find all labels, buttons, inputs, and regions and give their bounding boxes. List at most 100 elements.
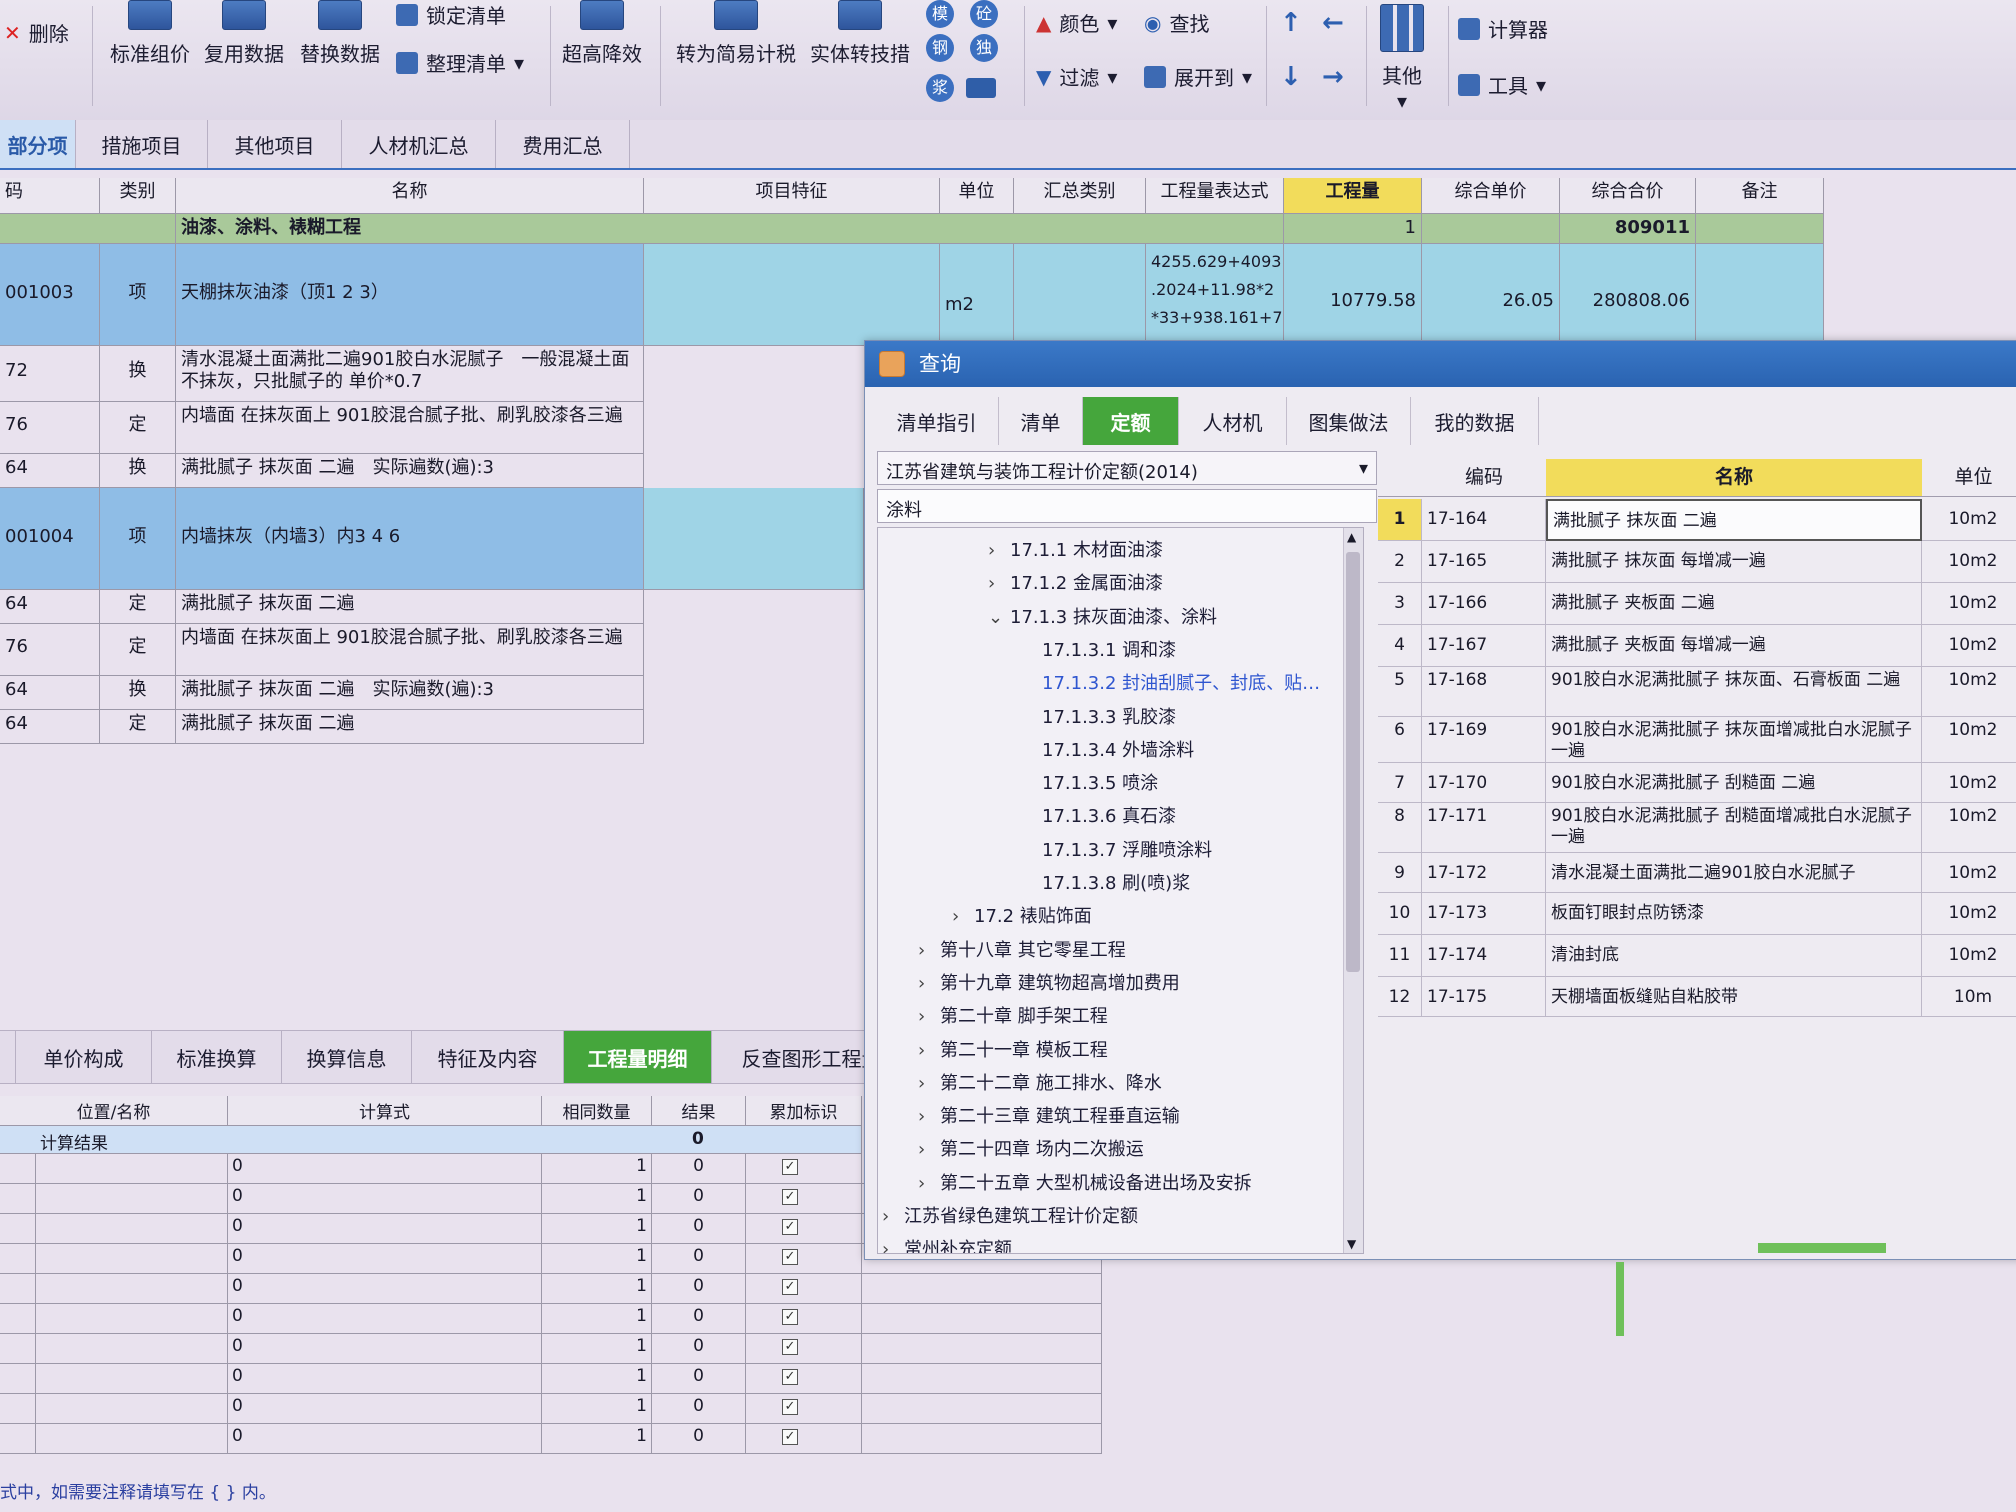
result-row-name[interactable]: 天棚墙面板缝贴自粘胶带 (1546, 977, 1922, 1017)
col-header-same-count[interactable]: 相同数量 (542, 1096, 652, 1126)
tree-node[interactable]: › 常州补充定额 (882, 1235, 1012, 1253)
tree-node[interactable]: › 17.2 裱贴饰面 (952, 902, 1092, 928)
detail-result[interactable]: 0 (652, 1154, 746, 1184)
table-row-name[interactable]: 内墙面 在抹灰面上 901胶混合腻子批、刷乳胶漆各三遍 (176, 402, 644, 454)
standard-pricing-button[interactable]: 标准组价 (110, 0, 190, 67)
detail-formula[interactable]: 0 (228, 1244, 542, 1274)
chevron-right-icon[interactable]: › (918, 1173, 940, 1194)
mini-tool-gang[interactable]: 钢 (926, 34, 954, 62)
col-header-feature[interactable]: 项目特征 (644, 178, 940, 214)
result-row-unit[interactable]: 10m2 (1922, 763, 2016, 803)
chevron-right-icon[interactable]: › (918, 1139, 940, 1160)
tree-node[interactable]: › 17.1.2 金属面油漆 (988, 569, 1163, 595)
tab-list-guide[interactable]: 清单指引 (875, 397, 999, 445)
color-button[interactable]: ▲ 颜色 ▾ (1036, 8, 1117, 37)
detail-position[interactable] (36, 1184, 228, 1214)
result-row-unit[interactable]: 10m2 (1922, 935, 2016, 977)
detail-formula[interactable]: 0 (228, 1274, 542, 1304)
result-row-index[interactable]: 1 (1378, 499, 1422, 541)
group-row-remark[interactable] (1696, 214, 1824, 244)
chevron-right-icon[interactable]: › (918, 940, 940, 961)
table-row-type[interactable]: 换 (100, 676, 176, 710)
detail-result[interactable]: 0 (652, 1304, 746, 1334)
mini-tool-jiang[interactable]: 浆 (926, 74, 954, 102)
other-button[interactable]: 其他 ▾ (1380, 4, 1424, 113)
detail-result[interactable]: 0 (652, 1184, 746, 1214)
organize-list-button[interactable]: 整理清单 ▾ (396, 48, 524, 77)
table-row-code[interactable]: 001004 (0, 488, 100, 590)
table-row-unit-price[interactable]: 26.05 (1422, 244, 1560, 346)
col-header-formula[interactable]: 计算式 (228, 1096, 542, 1126)
tree-leaf[interactable]: 17.1.3.8 刷(喷)浆 (1020, 869, 1190, 895)
result-row-name[interactable]: 901胶白水泥满批腻子 刮糙面 二遍 (1546, 763, 1922, 803)
to-simple-tax-button[interactable]: 转为简易计税 (676, 0, 796, 67)
detail-formula[interactable]: 0 (228, 1394, 542, 1424)
row-indicator[interactable] (0, 1334, 36, 1364)
accumulate-checkbox[interactable]: ✓ (782, 1279, 798, 1295)
detail-same-count[interactable]: 1 (542, 1184, 652, 1214)
group-row-qty[interactable]: 1 (1284, 214, 1422, 244)
accumulate-checkbox[interactable]: ✓ (782, 1369, 798, 1385)
result-header-name[interactable]: 名称 (1546, 459, 1922, 497)
table-row-type[interactable]: 定 (100, 710, 176, 744)
col-header-type[interactable]: 类别 (100, 178, 176, 214)
accumulate-checkbox[interactable]: ✓ (782, 1249, 798, 1265)
result-row-index[interactable]: 8 (1378, 803, 1422, 853)
detail-extra[interactable] (862, 1334, 1102, 1364)
detail-accumulate[interactable]: ✓ (746, 1304, 862, 1334)
result-row-unit[interactable]: 10m2 (1922, 499, 2016, 541)
table-row-total[interactable]: 280808.06 (1560, 244, 1696, 346)
tab-list[interactable]: 清单 (999, 397, 1083, 445)
detail-position[interactable] (36, 1274, 228, 1304)
chevron-right-icon[interactable]: › (918, 1040, 940, 1061)
delete-button[interactable]: ✕ 删除 (4, 18, 69, 47)
table-row-code[interactable]: 76 (0, 624, 100, 676)
result-row-name[interactable]: 清油封底 (1546, 935, 1922, 977)
calculator-button[interactable]: 计算器 (1458, 14, 1548, 43)
detail-same-count[interactable]: 1 (542, 1334, 652, 1364)
tab-labor-material-summary[interactable]: 人材机汇总 (342, 120, 496, 168)
result-row-index[interactable]: 3 (1378, 583, 1422, 625)
group-row-name[interactable]: 油漆、涂料、裱糊工程 (176, 214, 1284, 244)
result-row-code[interactable]: 17-174 (1422, 935, 1546, 977)
tools-button[interactable]: 工具 ▾ (1458, 70, 1546, 99)
table-row-code[interactable]: 64 (0, 710, 100, 744)
col-header-accumulate[interactable]: 累加标识 (746, 1096, 862, 1126)
accumulate-checkbox[interactable]: ✓ (782, 1429, 798, 1445)
detail-accumulate[interactable]: ✓ (746, 1184, 862, 1214)
detail-formula[interactable]: 0 (228, 1154, 542, 1184)
col-header-total-price[interactable]: 综合合价 (1560, 178, 1696, 214)
table-row-type[interactable]: 定 (100, 624, 176, 676)
result-row-name[interactable]: 901胶白水泥满批腻子 刮糙面增减批白水泥腻子 一遍 (1546, 803, 1922, 853)
result-row-unit[interactable]: 10m2 (1922, 625, 2016, 667)
detail-formula[interactable]: 0 (228, 1184, 542, 1214)
tab-fee-summary[interactable]: 费用汇总 (496, 120, 630, 168)
detail-position[interactable] (36, 1154, 228, 1184)
tree-leaf[interactable]: 17.1.3.2 封油刮腻子、封底、贴… (1020, 669, 1320, 695)
result-row-code[interactable]: 17-171 (1422, 803, 1546, 853)
tab-conversion-info[interactable]: 换算信息 (282, 1031, 412, 1083)
table-row-type[interactable]: 定 (100, 402, 176, 454)
tree-node[interactable]: › 第十九章 建筑物超高增加费用 (918, 969, 1180, 995)
scroll-down-icon[interactable]: ▼ (1347, 1237, 1356, 1251)
result-row-index[interactable]: 5 (1378, 667, 1422, 717)
chevron-right-icon[interactable]: › (918, 973, 940, 994)
mini-tool-mo[interactable]: 模 (926, 0, 954, 28)
row-indicator[interactable] (0, 1154, 36, 1184)
table-row-name[interactable]: 内墙抹灰（内墙3）内3 4 6 (176, 488, 644, 590)
row-indicator[interactable] (0, 1304, 36, 1334)
detail-same-count[interactable]: 1 (542, 1364, 652, 1394)
tree-node[interactable]: › 江苏省绿色建筑工程计价定额 (882, 1202, 1138, 1228)
detail-same-count[interactable]: 1 (542, 1214, 652, 1244)
tab-sub-items[interactable]: 部分项 (0, 120, 76, 168)
tree-node[interactable]: › 第二十二章 施工排水、降水 (918, 1069, 1162, 1095)
result-header-unit[interactable]: 单位 (1922, 459, 2016, 497)
result-row-unit[interactable]: 10m2 (1922, 583, 2016, 625)
col-header-unit[interactable]: 单位 (940, 178, 1014, 214)
detail-same-count[interactable]: 1 (542, 1304, 652, 1334)
entity-to-measure-button[interactable]: 实体转技措 (810, 0, 910, 67)
chevron-right-icon[interactable]: › (952, 906, 974, 927)
accumulate-checkbox[interactable]: ✓ (782, 1309, 798, 1325)
col-header-unit-price[interactable]: 综合单价 (1422, 178, 1560, 214)
detail-accumulate[interactable]: ✓ (746, 1394, 862, 1424)
